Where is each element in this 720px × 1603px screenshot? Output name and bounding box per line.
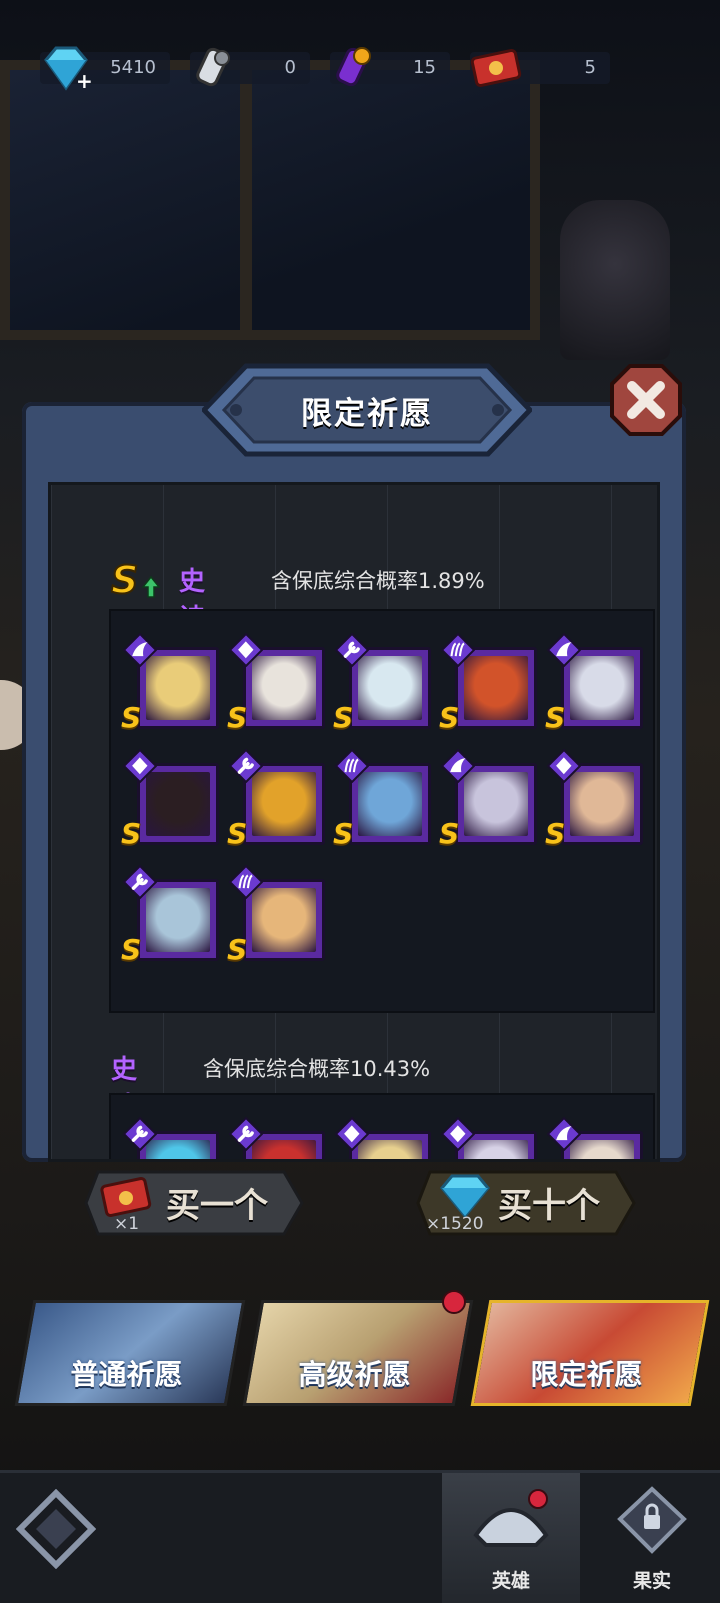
- ticket-counter[interactable]: 5: [470, 48, 610, 88]
- buy-one-cost: ×1: [114, 1214, 140, 1234]
- banner-normal-wish[interactable]: 普通祈愿: [14, 1300, 246, 1406]
- hero-class-wing-icon: [547, 633, 581, 667]
- hero-helmet-icon: [473, 1489, 549, 1547]
- resource-bar: + 5410 0 15 5: [40, 44, 610, 93]
- buy-one-label: 买一个: [166, 1186, 268, 1226]
- hero-rank-badge: S: [333, 817, 354, 850]
- hero-card[interactable]: [229, 1117, 329, 1159]
- hero-class-diamond-icon: [441, 1117, 475, 1151]
- hero-pool-grid: S S S S S S S S S S S S: [109, 609, 655, 1013]
- hero-rank-badge: S: [121, 933, 142, 966]
- banner-label: 限定祈愿: [530, 1358, 643, 1391]
- hero-class-diamond-icon: [547, 749, 581, 783]
- hero-class-diamond-icon: [123, 749, 157, 783]
- hero-card[interactable]: S: [545, 633, 647, 737]
- hero-rank-badge: S: [439, 701, 460, 734]
- tier-rate: 含保底综合概率10.43%: [203, 1057, 431, 1081]
- hero-rank-badge: S: [439, 817, 460, 850]
- hero-rank-badge: S: [227, 933, 248, 966]
- nav-fruit[interactable]: 果实: [584, 1473, 720, 1603]
- hero-card[interactable]: S: [227, 749, 329, 853]
- close-icon: [610, 364, 682, 436]
- hero-card[interactable]: S: [227, 633, 329, 737]
- s-rank-up-icon: S: [111, 559, 161, 599]
- new-badge-dot: [442, 1290, 466, 1314]
- hero-card[interactable]: [441, 1117, 541, 1159]
- background-lantern: [560, 200, 670, 360]
- hero-card[interactable]: S: [227, 865, 329, 969]
- hero-class-wrench-icon: [335, 633, 369, 667]
- svg-text:S: S: [111, 559, 138, 599]
- dialog-title: 限定祈愿: [301, 396, 433, 432]
- hero-class-claw-icon: [335, 749, 369, 783]
- hero-class-wrench-icon: [123, 1117, 157, 1151]
- ticket-value: 5: [584, 57, 596, 78]
- hero-class-claw-icon: [441, 633, 475, 667]
- hero-rank-badge: S: [545, 701, 566, 734]
- buy-ten-cost: ×1520: [426, 1214, 484, 1234]
- nav-fruit-label: 果实: [632, 1570, 671, 1592]
- hero-card[interactable]: S: [333, 633, 435, 737]
- hero-card[interactable]: S: [121, 865, 223, 969]
- hero-card[interactable]: S: [121, 749, 223, 853]
- hero-rank-badge: S: [121, 817, 142, 850]
- limited-wish-dialog: S 史诗 含保底综合概率1.89% SSSSSSSSSSSS 史诗 含保底综合概…: [22, 352, 686, 1162]
- hero-class-wrench-icon: [229, 1117, 263, 1151]
- white-scroll-icon: [196, 47, 230, 87]
- purple-scroll-value: 15: [413, 57, 436, 78]
- hero-card[interactable]: S: [545, 749, 647, 853]
- purple-scroll-counter[interactable]: 15: [330, 47, 450, 87]
- background-window: [0, 60, 540, 340]
- hero-class-diamond-icon: [229, 633, 263, 667]
- white-scroll-counter[interactable]: 0: [190, 47, 310, 87]
- dialog-content[interactable]: S 史诗 含保底综合概率1.89% SSSSSSSSSSSS 史诗 含保底综合概…: [48, 482, 660, 1162]
- banner-label: 普通祈愿: [70, 1358, 183, 1391]
- purple-scroll-icon: [336, 47, 371, 87]
- buy-ten-button[interactable]: ×1520 买十个: [416, 1170, 636, 1236]
- nav-hero[interactable]: 英雄: [442, 1473, 580, 1603]
- hero-rank-badge: S: [227, 701, 248, 734]
- banner-limited-wish[interactable]: 限定祈愿: [470, 1300, 710, 1406]
- hero-card[interactable]: S: [121, 633, 223, 737]
- hero-card[interactable]: S: [439, 633, 541, 737]
- hero-class-wing-icon: [547, 1117, 581, 1151]
- ticket-icon: [470, 48, 522, 88]
- hero-pool-grid: [109, 1093, 655, 1159]
- svg-text:+: +: [76, 69, 92, 93]
- hero-class-claw-icon: [229, 865, 263, 899]
- gem-icon: [440, 1174, 490, 1218]
- hero-card[interactable]: [335, 1117, 435, 1159]
- close-button[interactable]: [608, 362, 684, 438]
- gem-icon: +: [44, 46, 92, 93]
- buy-ten-label: 买十个: [498, 1186, 600, 1226]
- hero-card[interactable]: [547, 1117, 647, 1159]
- hero-class-wrench-icon: [123, 865, 157, 899]
- white-scroll-value: 0: [284, 57, 296, 78]
- hero-card[interactable]: S: [439, 749, 541, 853]
- hero-card[interactable]: [123, 1117, 223, 1159]
- gem-value: 5410: [110, 57, 156, 78]
- buy-one-button[interactable]: ×1 买一个: [84, 1170, 304, 1236]
- hero-rank-badge: S: [545, 817, 566, 850]
- hero-rank-badge: S: [121, 701, 142, 734]
- hero-class-wing-icon: [123, 633, 157, 667]
- dialog-frame: S 史诗 含保底综合概率1.89% SSSSSSSSSSSS 史诗 含保底综合概…: [22, 402, 686, 1162]
- banner-label: 高级祈愿: [298, 1358, 411, 1391]
- hero-card[interactable]: S: [333, 749, 435, 853]
- banner-advanced-wish[interactable]: 高级祈愿: [242, 1300, 474, 1406]
- gem-counter[interactable]: + 5410: [40, 46, 170, 93]
- hero-class-wing-icon: [441, 749, 475, 783]
- tier-rate: 含保底综合概率1.89%: [271, 569, 485, 593]
- hero-rank-badge: S: [333, 701, 354, 734]
- hero-class-wrench-icon: [229, 749, 263, 783]
- fruit-lock-icon: [617, 1486, 687, 1554]
- nav-home[interactable]: [0, 1473, 120, 1603]
- hero-class-diamond-icon: [335, 1117, 369, 1151]
- dialog-title-plate: 限定祈愿: [202, 360, 532, 460]
- nav-hero-label: 英雄: [491, 1570, 530, 1592]
- diamond-emblem-icon: [16, 1489, 96, 1569]
- hero-rank-badge: S: [227, 817, 248, 850]
- bottom-nav: 英雄 果实: [0, 1470, 720, 1603]
